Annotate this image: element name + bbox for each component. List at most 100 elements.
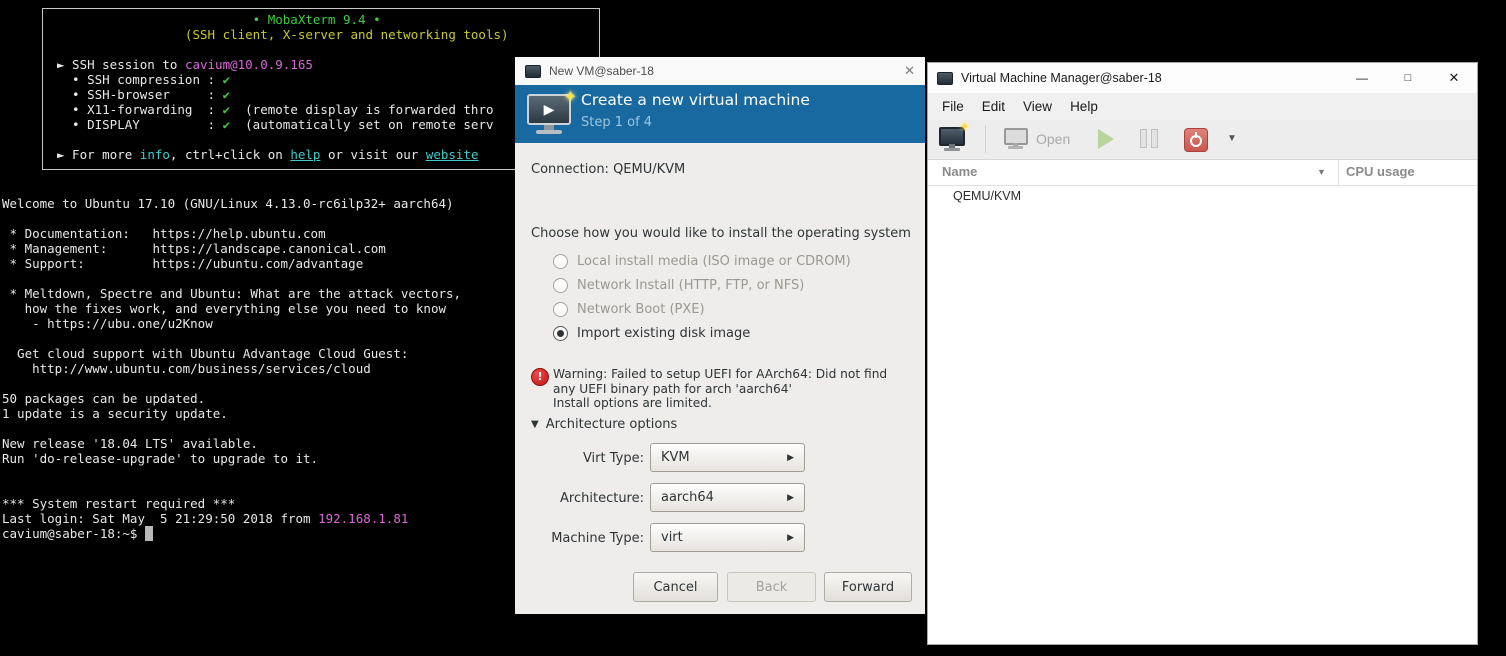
architecture-combo[interactable]: aarch64 ▶	[650, 483, 805, 512]
connection-label: Connection: QEMU/KVM	[531, 162, 686, 177]
virt-type-label: Virt Type:	[582, 451, 644, 466]
minimize-icon[interactable]: —	[1339, 63, 1385, 93]
radio-icon	[553, 301, 568, 317]
play-icon: ▶	[543, 101, 555, 118]
run-vm-icon	[1098, 129, 1114, 149]
combo-value: aarch64	[661, 490, 714, 505]
warning-text: Warning: Failed to setup UEFI for AArch6…	[553, 367, 888, 410]
radio-label: Local install media (ISO image or CDROM)	[577, 253, 851, 269]
toolbar-separator	[985, 125, 986, 153]
architecture-label: Architecture:	[560, 491, 644, 506]
terminal-line: * Support: https://ubuntu.com/advantage	[2, 256, 364, 271]
terminal-line: * Management: https://landscape.canonica…	[2, 241, 386, 256]
terminal-line: Get cloud support with Ubuntu Advantage …	[2, 346, 409, 361]
monitor-icon: ▶ ✦	[527, 87, 577, 125]
combo-value: KVM	[661, 450, 690, 465]
terminal-line: • MobaXterm 9.4 •	[57, 12, 381, 27]
sort-descending-icon[interactable]: ▼	[1317, 167, 1326, 177]
terminal-line: ► For more info, ctrl+click on help or v…	[57, 147, 479, 162]
radio-network-install: Network Install (HTTP, FTP, or NFS)	[553, 276, 804, 294]
virtual-machine-manager-window: Virtual Machine Manager@saber-18 — □ ✕ F…	[927, 62, 1478, 645]
close-icon[interactable]: ✕	[1431, 63, 1477, 93]
wizard-title: Create a new virtual machine	[581, 91, 810, 109]
machine-type-label: Machine Type:	[551, 531, 644, 546]
terminal-output: Welcome to Ubuntu 17.10 (GNU/Linux 4.13.…	[2, 196, 461, 541]
terminal-line: cavium@saber-18:~$	[2, 526, 461, 541]
vm-list-row-qemu-kvm[interactable]: QEMU/KVM	[928, 184, 1477, 208]
shutdown-vm-button[interactable]	[1184, 128, 1208, 152]
terminal-line: • SSH compression : ✔	[57, 72, 231, 87]
new-vm-dialog: New VM@saber-18 ✕ ▶ ✦ Create a new virtu…	[515, 57, 925, 614]
terminal-cursor	[145, 526, 153, 541]
window-controls: — □ ✕	[1339, 63, 1477, 93]
menu-view[interactable]: View	[1014, 99, 1061, 114]
radio-icon	[553, 325, 568, 341]
menu-edit[interactable]: Edit	[973, 99, 1014, 114]
app-icon	[525, 64, 541, 78]
radio-local-install-media: Local install media (ISO image or CDROM)	[553, 252, 851, 270]
column-separator	[1338, 160, 1339, 185]
machine-type-combo[interactable]: virt ▶	[650, 523, 805, 552]
new-vm-dialog-titlebar[interactable]: New VM@saber-18 ✕	[515, 57, 925, 85]
column-header-name[interactable]: Name	[942, 164, 977, 179]
terminal-line: ► SSH session to cavium@10.0.9.165	[57, 57, 313, 72]
install-method-prompt: Choose how you would like to install the…	[531, 226, 911, 241]
terminal-line: (SSH client, X-server and networking too…	[57, 27, 509, 42]
vm-list-header: Name ▼ CPU usage	[928, 160, 1477, 186]
terminal-line: *** System restart required ***	[2, 496, 236, 511]
new-vm-button[interactable]: ✦	[938, 119, 970, 153]
app-icon	[937, 71, 953, 85]
desktop: • MobaXterm 9.4 • (SSH client, X-server …	[0, 0, 1506, 656]
open-vm-icon	[1003, 127, 1029, 151]
radio-icon	[553, 277, 568, 293]
terminal-line: • DISPLAY : ✔ (automatically set on remo…	[57, 117, 494, 132]
radio-import-disk-image[interactable]: Import existing disk image	[553, 324, 750, 342]
star-icon: ✦	[563, 87, 577, 106]
terminal-link[interactable]: website	[426, 147, 479, 162]
wizard-step-label: Step 1 of 4	[581, 115, 653, 130]
virt-type-combo[interactable]: KVM ▶	[650, 443, 805, 472]
terminal-line: how the fixes work, and everything else …	[2, 301, 447, 316]
chevron-down-icon: ▼	[531, 419, 539, 430]
column-header-cpu-usage[interactable]: CPU usage	[1346, 164, 1415, 179]
terminal-line: 1 update is a security update.	[2, 406, 228, 421]
terminal-line: - https://ubu.one/u2Know	[2, 316, 213, 331]
radio-label: Network Install (HTTP, FTP, or NFS)	[577, 277, 805, 293]
close-icon[interactable]: ✕	[904, 63, 915, 79]
window-title: Virtual Machine Manager@saber-18	[961, 71, 1162, 85]
menu-bar: File Edit View Help	[928, 93, 1477, 120]
mobaxterm-banner-text: • MobaXterm 9.4 • (SSH client, X-server …	[57, 12, 509, 162]
radio-network-boot: Network Boot (PXE)	[553, 300, 705, 318]
menu-file[interactable]: File	[933, 99, 973, 114]
terminal-line: * Meltdown, Spectre and Ubuntu: What are…	[2, 286, 462, 301]
shutdown-menu-caret-icon[interactable]: ▼	[1227, 133, 1237, 144]
dialog-title: New VM@saber-18	[549, 64, 654, 78]
open-button: Open	[1036, 131, 1071, 147]
vmm-titlebar[interactable]: Virtual Machine Manager@saber-18 — □ ✕	[928, 63, 1477, 93]
radio-label: Network Boot (PXE)	[577, 301, 705, 317]
terminal-line: • X11-forwarding : ✔ (remote display is …	[57, 102, 494, 117]
maximize-icon[interactable]: □	[1385, 63, 1431, 93]
menu-help[interactable]: Help	[1061, 99, 1107, 114]
expander-label: Architecture options	[545, 417, 678, 432]
cancel-button[interactable]: Cancel	[633, 572, 718, 602]
combo-arrow-icon: ▶	[787, 492, 794, 503]
new-vm-wizard-icon: ▶ ✦	[525, 87, 577, 135]
star-icon: ✦	[959, 119, 970, 134]
architecture-options-expander[interactable]: ▼ Architecture options	[531, 417, 677, 432]
virt-type-row: Virt Type: KVM ▶	[515, 443, 925, 474]
back-button: Back	[727, 572, 816, 602]
forward-button[interactable]: Forward	[824, 572, 912, 602]
terminal-line: Run 'do-release-upgrade' to upgrade to i…	[2, 451, 319, 466]
terminal-line: Last login: Sat May 5 21:29:50 2018 from…	[2, 511, 409, 526]
combo-arrow-icon: ▶	[787, 452, 794, 463]
terminal-link[interactable]: help	[290, 147, 320, 162]
combo-value: virt	[661, 530, 683, 545]
